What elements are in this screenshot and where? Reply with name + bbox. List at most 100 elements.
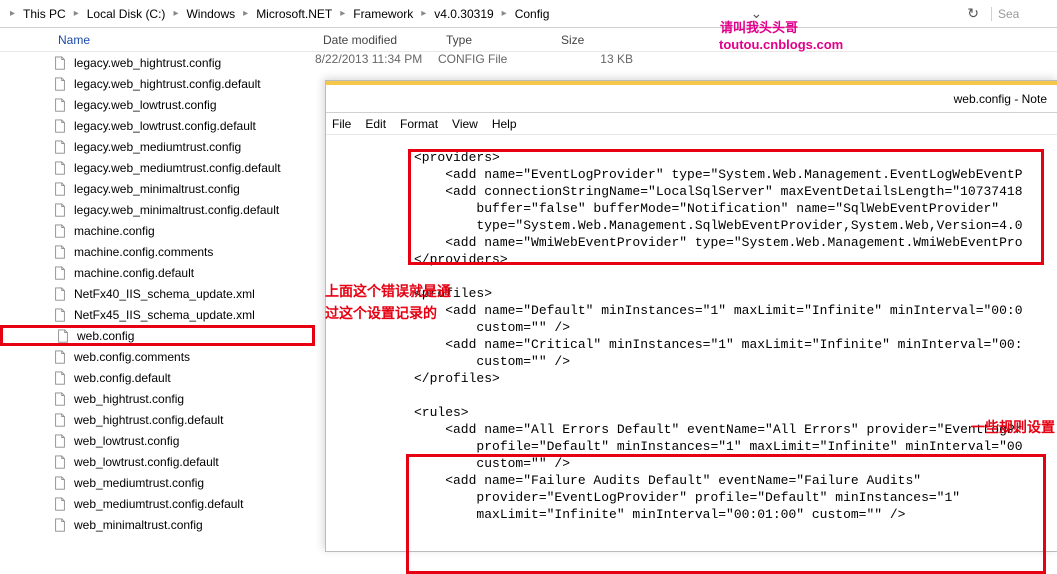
file-icon	[52, 139, 68, 155]
file-name: web_hightrust.config.default	[74, 413, 223, 427]
file-meta-row: 8/22/2013 11:34 PM CONFIG File 13 KB	[315, 52, 1057, 73]
crumb[interactable]: v4.0.30319	[430, 5, 497, 23]
file-icon	[52, 391, 68, 407]
file-icon	[52, 265, 68, 281]
file-icon	[52, 496, 68, 512]
menu-bar: File Edit Format View Help	[326, 113, 1057, 135]
file-row[interactable]: web.config.default	[0, 367, 315, 388]
file-icon	[52, 286, 68, 302]
col-size[interactable]: Size	[553, 33, 633, 47]
col-date[interactable]: Date modified	[315, 33, 438, 47]
col-name[interactable]: Name	[50, 33, 315, 47]
file-row[interactable]: legacy.web_minimaltrust.config	[0, 178, 315, 199]
file-name: machine.config.comments	[74, 245, 213, 259]
file-name: web_minimaltrust.config	[74, 518, 203, 532]
file-row[interactable]: legacy.web_hightrust.config	[0, 52, 315, 73]
file-name: web.config.comments	[74, 350, 190, 364]
file-name: web_hightrust.config	[74, 392, 184, 406]
chevron-right-icon: ▸	[502, 8, 507, 19]
chevron-right-icon: ▸	[173, 8, 178, 19]
annotation-text-2: 一些规则设置	[971, 417, 1055, 437]
file-row[interactable]: NetFx40_IIS_schema_update.xml	[0, 283, 315, 304]
meta-type: CONFIG File	[438, 52, 553, 73]
file-name: legacy.web_minimaltrust.config.default	[74, 203, 279, 217]
file-row[interactable]: legacy.web_hightrust.config.default	[0, 73, 315, 94]
menu-file[interactable]: File	[332, 117, 351, 131]
file-row[interactable]: web_lowtrust.config.default	[0, 451, 315, 472]
menu-help[interactable]: Help	[492, 117, 517, 131]
file-name: web_mediumtrust.config.default	[74, 497, 243, 511]
file-name: legacy.web_mediumtrust.config.default	[74, 161, 281, 175]
file-icon	[52, 412, 68, 428]
file-row[interactable]: web_minimaltrust.config	[0, 514, 315, 535]
file-icon	[52, 181, 68, 197]
file-icon	[52, 454, 68, 470]
file-row[interactable]: web_hightrust.config	[0, 388, 315, 409]
file-name: NetFx40_IIS_schema_update.xml	[74, 287, 255, 301]
file-icon	[55, 328, 71, 344]
file-row[interactable]: web.config	[0, 325, 315, 346]
file-row[interactable]: machine.config.default	[0, 262, 315, 283]
file-name: web_mediumtrust.config	[74, 476, 204, 490]
file-row[interactable]: legacy.web_mediumtrust.config.default	[0, 157, 315, 178]
col-type[interactable]: Type	[438, 33, 553, 47]
notepad-content[interactable]: <providers> <add name="EventLogProvider"…	[326, 135, 1057, 531]
file-row[interactable]: machine.config.comments	[0, 241, 315, 262]
annotation-text-1b: 过这个设置记录的	[325, 303, 437, 323]
file-row[interactable]: legacy.web_lowtrust.config.default	[0, 115, 315, 136]
file-name: web.config	[77, 329, 134, 343]
crumb[interactable]: Config	[511, 5, 554, 23]
file-icon	[52, 76, 68, 92]
file-name: NetFx45_IIS_schema_update.xml	[74, 308, 255, 322]
file-icon	[52, 349, 68, 365]
file-name: legacy.web_lowtrust.config.default	[74, 119, 256, 133]
file-row[interactable]: web_lowtrust.config	[0, 430, 315, 451]
chevron-right-icon: ▸	[340, 8, 345, 19]
menu-view[interactable]: View	[452, 117, 478, 131]
file-name: web_lowtrust.config.default	[74, 455, 219, 469]
crumb[interactable]: This PC	[19, 5, 70, 23]
file-icon	[52, 118, 68, 134]
file-name: machine.config.default	[74, 266, 194, 280]
crumb[interactable]: Windows	[182, 5, 239, 23]
crumb[interactable]: Microsoft.NET	[252, 5, 336, 23]
file-row[interactable]: legacy.web_mediumtrust.config	[0, 136, 315, 157]
menu-edit[interactable]: Edit	[365, 117, 386, 131]
file-icon	[52, 97, 68, 113]
breadcrumb-bar: ▸ This PC ▸ Local Disk (C:) ▸ Windows ▸ …	[0, 0, 1057, 28]
meta-size: 13 KB	[553, 52, 633, 73]
file-icon	[52, 517, 68, 533]
meta-date: 8/22/2013 11:34 PM	[315, 52, 438, 73]
chevron-right-icon: ▸	[10, 8, 15, 19]
file-name: web.config.default	[74, 371, 171, 385]
file-row[interactable]: machine.config	[0, 220, 315, 241]
crumb[interactable]: Framework	[349, 5, 417, 23]
crumb[interactable]: Local Disk (C:)	[83, 5, 170, 23]
file-name: legacy.web_hightrust.config	[74, 56, 221, 70]
menu-format[interactable]: Format	[400, 117, 438, 131]
file-icon	[52, 370, 68, 386]
file-row[interactable]: legacy.web_minimaltrust.config.default	[0, 199, 315, 220]
file-icon	[52, 55, 68, 71]
column-headers: Name Date modified Type Size	[0, 28, 1057, 52]
file-row[interactable]: web_hightrust.config.default	[0, 409, 315, 430]
file-name: legacy.web_lowtrust.config	[74, 98, 217, 112]
file-row[interactable]: web.config.comments	[0, 346, 315, 367]
right-pane: 8/22/2013 11:34 PM CONFIG File 13 KB 请叫我…	[315, 52, 1057, 551]
file-row[interactable]: NetFx45_IIS_schema_update.xml	[0, 304, 315, 325]
chevron-right-icon: ▸	[243, 8, 248, 19]
file-row[interactable]: web_mediumtrust.config.default	[0, 493, 315, 514]
file-icon	[52, 475, 68, 491]
watermark-text: 请叫我头头哥	[720, 17, 798, 36]
refresh-icon[interactable]: ↻	[959, 5, 987, 22]
file-row[interactable]: web_mediumtrust.config	[0, 472, 315, 493]
chevron-right-icon: ▸	[74, 8, 79, 19]
file-icon	[52, 433, 68, 449]
file-row[interactable]: legacy.web_lowtrust.config	[0, 94, 315, 115]
file-name: legacy.web_minimaltrust.config	[74, 182, 240, 196]
file-icon	[52, 307, 68, 323]
file-icon	[52, 202, 68, 218]
file-icon	[52, 160, 68, 176]
search-input[interactable]: Sea	[991, 7, 1051, 21]
file-icon	[52, 223, 68, 239]
